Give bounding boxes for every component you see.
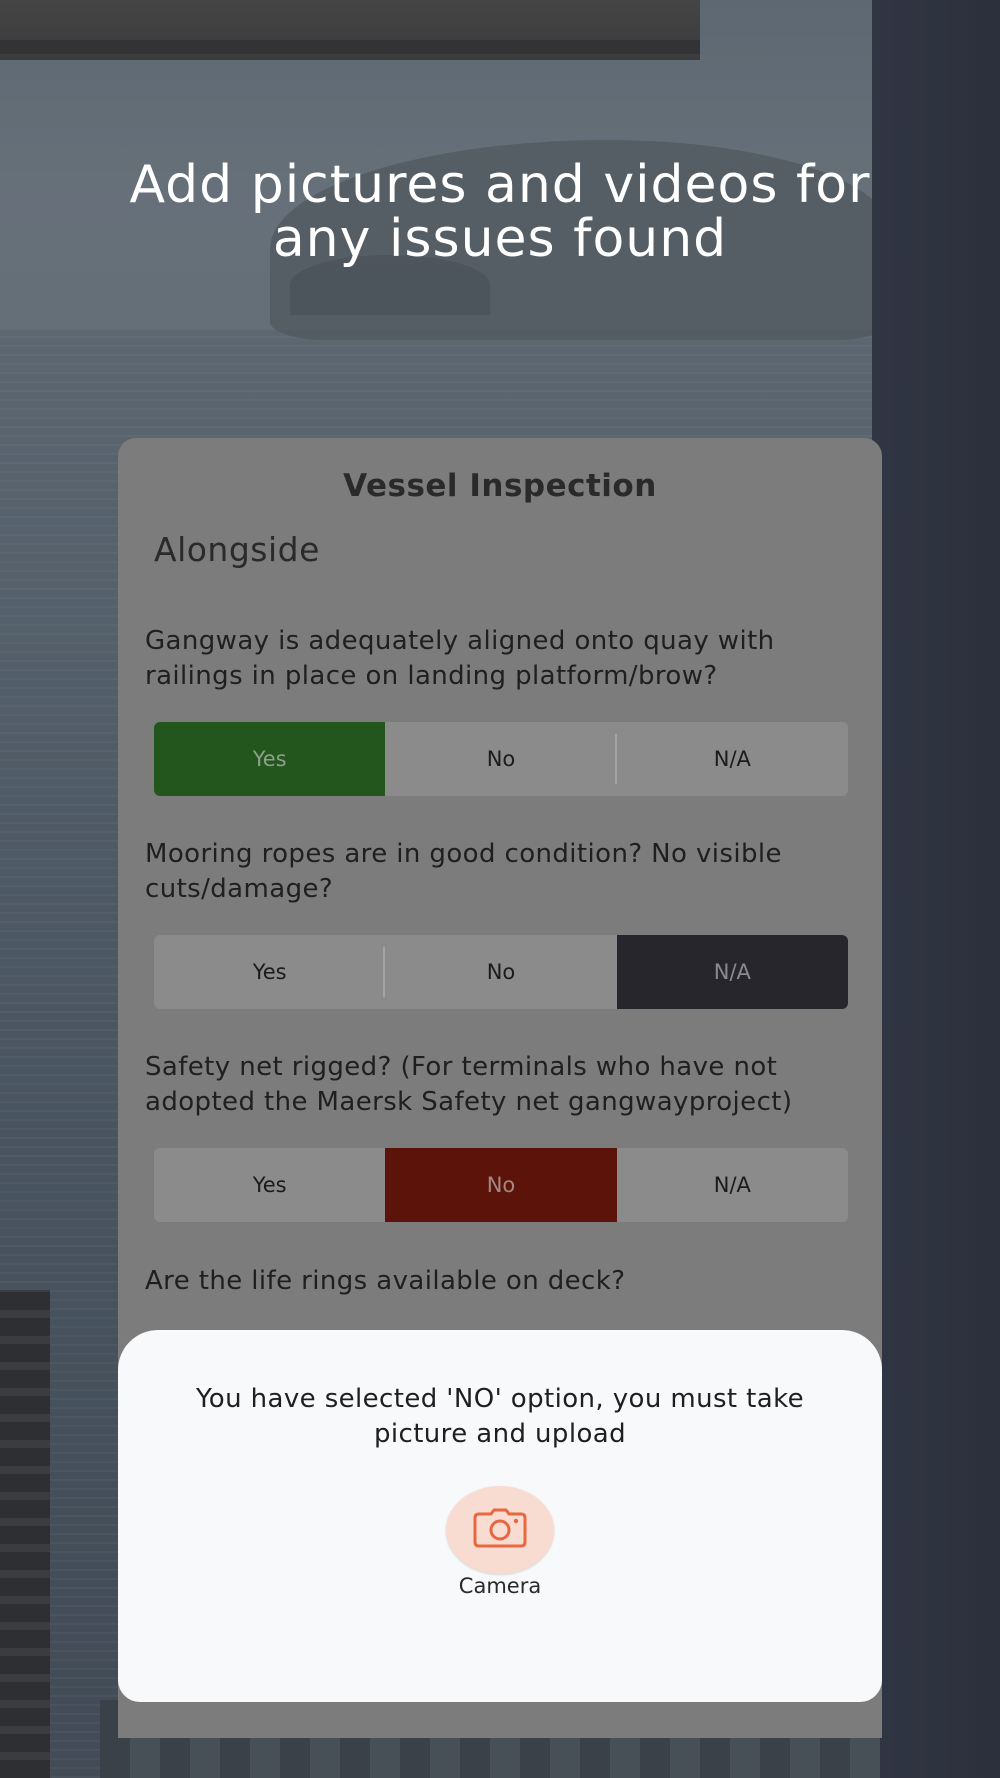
camera-button[interactable]	[446, 1486, 554, 1574]
answer-na-button[interactable]: N/A	[616, 935, 848, 1009]
answer-yes-button[interactable]: Yes	[154, 935, 386, 1009]
question-4: Are the life rings available on deck?	[145, 1266, 626, 1296]
answer-group-3: Yes No N/A	[154, 1148, 848, 1222]
answer-group-1: Yes No N/A	[154, 722, 848, 796]
question-2: Mooring ropes are in good condition? No …	[145, 839, 782, 904]
answer-no-button[interactable]: No	[385, 722, 617, 796]
page-headline: Add pictures and videos for any issues f…	[129, 155, 871, 269]
answer-yes-button[interactable]: Yes	[154, 1148, 385, 1222]
camera-label: Camera	[458, 1574, 542, 1598]
answer-na-button[interactable]: N/A	[617, 1148, 848, 1222]
question-3: Safety net rigged? (For terminals who ha…	[145, 1052, 793, 1117]
section-title: Alongside	[154, 530, 320, 569]
answer-no-button[interactable]: No	[385, 1148, 617, 1222]
answer-yes-button[interactable]: Yes	[154, 722, 386, 796]
question-1: Gangway is adequately aligned onto quay …	[145, 626, 775, 691]
photo-required-sheet: You have selected 'NO' option, you must …	[118, 1330, 882, 1702]
form-title: Vessel Inspection	[343, 468, 657, 504]
camera-icon	[473, 1508, 527, 1552]
answer-no-button[interactable]: No	[385, 935, 616, 1009]
answer-na-button[interactable]: N/A	[617, 722, 848, 796]
photo-required-message: You have selected 'NO' option, you must …	[195, 1384, 805, 1449]
answer-group-2: Yes No N/A	[154, 935, 848, 1009]
